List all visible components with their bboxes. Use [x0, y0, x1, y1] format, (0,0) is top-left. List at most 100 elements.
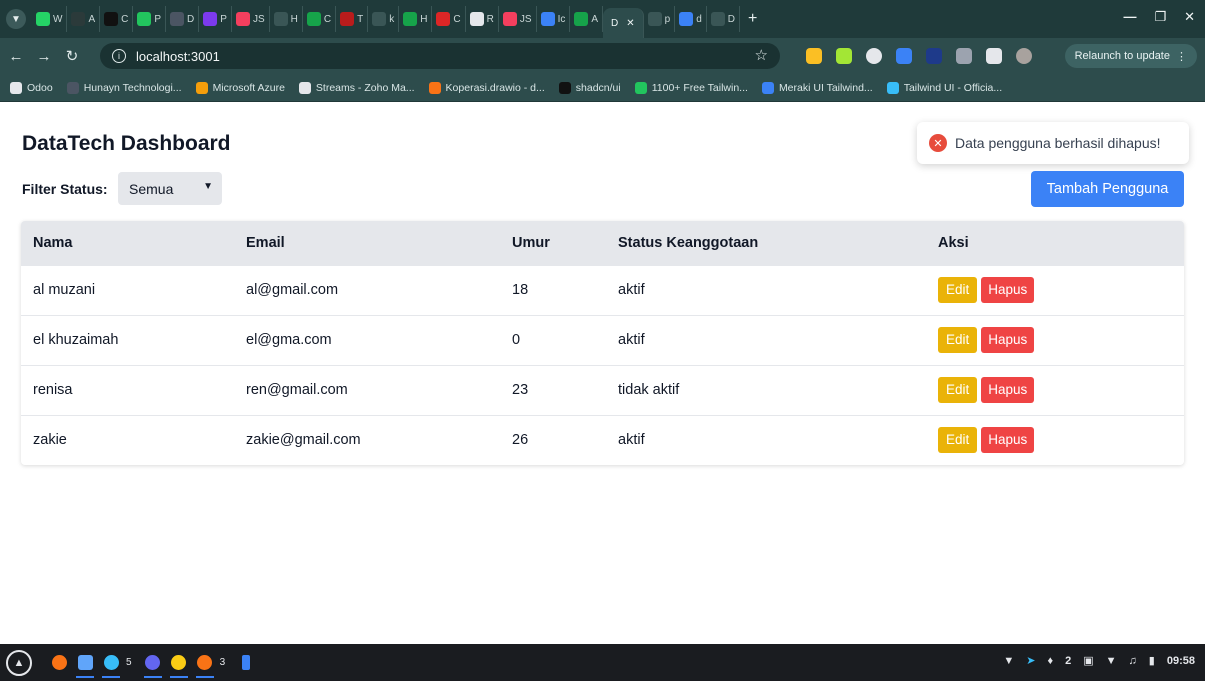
browser-tab[interactable]: D: [707, 6, 740, 32]
vscode-icon[interactable]: [235, 648, 257, 678]
browser-tab[interactable]: C: [303, 6, 337, 32]
browser-tab[interactable]: C: [432, 6, 466, 32]
tab-label: p: [664, 13, 671, 25]
delete-button[interactable]: Hapus: [981, 327, 1035, 353]
bookmark-favicon-icon: [195, 81, 208, 94]
filter-label: Filter Status:: [22, 181, 108, 197]
delete-button[interactable]: Hapus: [981, 427, 1035, 454]
browser-tab[interactable]: H: [399, 6, 433, 32]
browser-tab[interactable]: p: [644, 6, 676, 32]
start-menu-icon[interactable]: ▲: [6, 649, 32, 676]
extension-icon[interactable]: [866, 48, 882, 64]
chrome-icon[interactable]: [168, 648, 190, 678]
browser-tab[interactable]: C: [100, 6, 134, 32]
bookmark-item[interactable]: 1100+ Free Tailwin...: [634, 81, 748, 94]
extension-icon[interactable]: [806, 48, 822, 64]
browser-tab[interactable]: d: [675, 6, 707, 32]
edit-button[interactable]: Edit: [938, 327, 978, 353]
tab-favicon-icon: [36, 12, 50, 26]
header-nama: Nama: [33, 234, 73, 251]
tab-close-icon[interactable]: ✕: [626, 18, 634, 29]
browser-tab[interactable]: A: [67, 6, 101, 32]
tab-label: H: [420, 13, 428, 25]
filter-status-select[interactable]: Semua ▼: [118, 172, 222, 205]
bookmark-item[interactable]: Microsoft Azure: [195, 81, 285, 94]
browser-tab[interactable]: H: [270, 6, 303, 32]
table-row: renisa ren@gmail.com 23 tidak aktif Edit…: [21, 365, 1184, 415]
delete-button[interactable]: Hapus: [981, 277, 1035, 303]
music-icon[interactable]: ♫: [1129, 655, 1137, 667]
bookmark-star-icon[interactable]: ☆: [755, 46, 768, 64]
browser-tab[interactable]: W: [32, 6, 68, 32]
browser-tab[interactable]: D: [166, 6, 200, 32]
vpn-shield-icon[interactable]: ▼: [1003, 655, 1014, 667]
battery-icon[interactable]: ▮: [1149, 654, 1155, 667]
tab-label: d: [696, 13, 702, 25]
extension-icon[interactable]: [896, 48, 912, 64]
printer-icon[interactable]: ▣: [1083, 654, 1093, 667]
bookmark-item[interactable]: Odoo: [10, 81, 53, 94]
address-bar[interactable]: i localhost:3001 ☆: [100, 43, 780, 69]
cell-umur: 26: [512, 432, 529, 449]
cell-email: zakie@gmail.com: [246, 432, 361, 449]
bookmark-item[interactable]: Koperasi.drawio - d...: [428, 81, 545, 94]
minimize-icon[interactable]: —: [1123, 9, 1136, 25]
header-status: Status Keanggotaan: [618, 234, 759, 251]
cell-nama: el khuzaimah: [33, 332, 119, 348]
telegram-tray-icon[interactable]: ➤: [1026, 654, 1035, 667]
extensions-puzzle-icon[interactable]: [956, 48, 972, 64]
reload-icon[interactable]: ↻: [60, 47, 84, 65]
back-arrow-icon[interactable]: ←: [4, 48, 28, 65]
tab-favicon-icon: [679, 12, 694, 26]
bookmark-favicon-icon: [886, 81, 899, 94]
bookmark-item[interactable]: Tailwind UI - Officia...: [886, 81, 1002, 94]
edit-button[interactable]: Edit: [938, 427, 978, 454]
browser-tab[interactable]: JS: [232, 6, 270, 32]
cell-umur: 0: [512, 332, 521, 348]
tab-favicon-icon: [502, 12, 517, 26]
delete-button[interactable]: Hapus: [981, 377, 1035, 403]
more-menu-icon[interactable]: ⋮: [1176, 50, 1187, 63]
browser-tab[interactable]: P: [133, 6, 167, 32]
extension-icon[interactable]: [836, 48, 852, 64]
browser-tab[interactable]: P: [199, 6, 232, 32]
browser-tab[interactable]: k: [368, 6, 400, 32]
browser-tab[interactable]: T: [336, 6, 369, 32]
new-tab-button[interactable]: +: [740, 10, 765, 28]
bookmark-item[interactable]: Streams - Zoho Ma...: [298, 81, 415, 94]
telegram-icon[interactable]: [100, 648, 122, 678]
cell-aksi: Edit Hapus: [926, 265, 1184, 315]
tab-favicon-icon: [235, 12, 250, 26]
bookmark-favicon-icon: [66, 81, 79, 94]
firefox-icon[interactable]: [48, 648, 70, 678]
profile-avatar[interactable]: [1016, 48, 1032, 64]
relaunch-button[interactable]: Relaunch to update ⋮: [1064, 44, 1197, 68]
system-tray: ▼ ➤ ♦ 2 ▣ ▼ ♫ ▮ 09:58: [1003, 654, 1195, 668]
bookmark-item[interactable]: Meraki UI Tailwind...: [761, 81, 873, 94]
extension-icon[interactable]: [926, 48, 942, 64]
bookmark-label: Streams - Zoho Ma...: [315, 81, 415, 94]
forward-arrow-icon[interactable]: →: [32, 48, 56, 65]
bookmark-item[interactable]: shadcn/ui: [558, 81, 621, 94]
browser-tab[interactable]: A: [570, 6, 604, 32]
app-icon[interactable]: [142, 648, 164, 678]
browser-tab[interactable]: R: [466, 6, 499, 32]
close-window-icon[interactable]: ✕: [1184, 9, 1195, 25]
side-panel-icon[interactable]: [986, 48, 1002, 64]
tab-active[interactable]: D ✕: [603, 8, 644, 38]
wifi-icon[interactable]: ▼: [1106, 655, 1117, 667]
files-icon[interactable]: [74, 648, 96, 678]
notification-bell-icon[interactable]: ♦: [1048, 655, 1054, 667]
tab-search-icon[interactable]: ▼: [6, 9, 26, 29]
browser-tab[interactable]: Ic: [537, 6, 571, 32]
edit-button[interactable]: Edit: [938, 277, 978, 303]
tab-strip-after: p dD: [644, 6, 740, 32]
error-circle-icon: ✕: [929, 134, 947, 152]
maximize-icon[interactable]: ❐: [1154, 9, 1166, 25]
postman-icon[interactable]: [194, 648, 216, 678]
site-info-icon[interactable]: i: [112, 49, 126, 63]
edit-button[interactable]: Edit: [938, 377, 978, 403]
browser-tab[interactable]: JS: [499, 6, 537, 32]
bookmark-item[interactable]: Hunayn Technologi...: [66, 81, 182, 94]
add-user-button[interactable]: Tambah Pengguna: [1031, 171, 1184, 207]
